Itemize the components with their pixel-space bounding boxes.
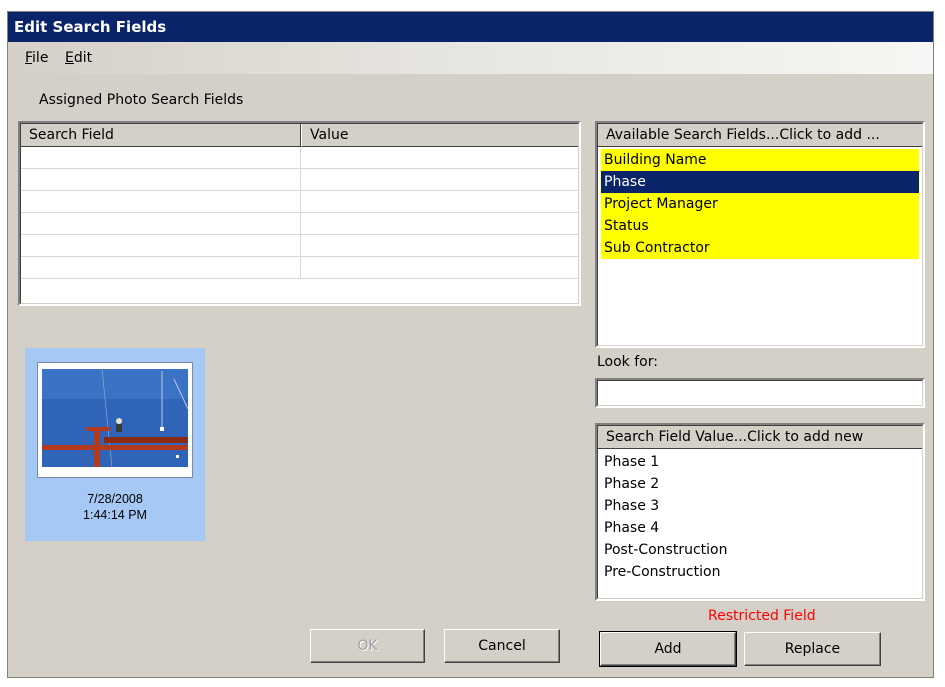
available-field-item[interactable]: Building Name <box>601 149 919 171</box>
cell-value[interactable] <box>301 147 579 169</box>
photo-date: 7/28/2008 <box>87 492 143 506</box>
cell-search-field[interactable] <box>20 257 301 279</box>
photo-frame <box>37 362 193 478</box>
look-for-input[interactable] <box>595 378 925 408</box>
available-field-item[interactable]: Sub Contractor <box>601 237 919 259</box>
column-header-value[interactable]: Value <box>301 123 579 147</box>
table-row[interactable] <box>20 235 579 257</box>
available-fields-header[interactable]: Available Search Fields...Click to add .… <box>597 123 923 147</box>
edit-search-fields-dialog: Edit Search Fields File Edit Assigned Ph… <box>7 11 934 678</box>
cell-search-field[interactable] <box>20 191 301 213</box>
available-field-item[interactable]: Status <box>601 215 919 237</box>
ok-button[interactable]: OK <box>310 629 425 663</box>
cell-search-field[interactable] <box>20 235 301 257</box>
look-for-label: Look for: <box>597 354 658 370</box>
assigned-fields-label: Assigned Photo Search Fields <box>39 92 244 108</box>
field-value-item[interactable]: Pre-Construction <box>601 561 720 583</box>
add-button[interactable]: Add <box>599 631 737 667</box>
title-bar: Edit Search Fields <box>8 12 933 42</box>
field-values-items: Phase 1 Phase 2 Phase 3 Phase 4 Post-Constru… <box>597 451 923 599</box>
table-row[interactable] <box>20 213 579 235</box>
table-row[interactable] <box>20 191 579 213</box>
construction-photo-image <box>42 369 188 467</box>
cell-search-field[interactable] <box>20 147 301 169</box>
available-field-item[interactable]: Project Manager <box>601 193 919 215</box>
photo-thumbnail[interactable]: 7/28/2008 1:44:14 PM <box>25 348 205 541</box>
field-value-item[interactable]: Post-Construction <box>601 539 727 561</box>
cell-value[interactable] <box>301 257 579 279</box>
field-value-item[interactable]: Phase 3 <box>601 495 659 517</box>
menu-file-label: File <box>25 50 49 66</box>
cell-value[interactable] <box>301 191 579 213</box>
field-value-item[interactable]: Phase 1 <box>601 451 659 473</box>
cancel-button[interactable]: Cancel <box>444 629 560 663</box>
cell-value[interactable] <box>301 169 579 191</box>
field-values-list[interactable]: Search Field Value...Click to add new Ph… <box>595 423 925 601</box>
cell-search-field[interactable] <box>20 169 301 191</box>
cell-search-field[interactable] <box>20 213 301 235</box>
table-row[interactable] <box>20 257 579 279</box>
grid-body <box>20 147 579 304</box>
field-value-item[interactable]: Phase 4 <box>601 517 659 539</box>
menu-bar: File Edit <box>8 42 933 74</box>
available-fields-list[interactable]: Available Search Fields...Click to add .… <box>595 121 925 348</box>
field-value-item[interactable]: Phase 2 <box>601 473 659 495</box>
menu-file[interactable]: File <box>25 50 48 66</box>
menu-edit[interactable]: Edit <box>65 50 92 66</box>
cell-value[interactable] <box>301 235 579 257</box>
assigned-fields-grid[interactable]: Search Field Value <box>18 121 581 306</box>
field-values-header[interactable]: Search Field Value...Click to add new <box>597 425 923 449</box>
cell-value[interactable] <box>301 213 579 235</box>
available-field-item[interactable]: Phase <box>600 170 920 194</box>
menu-edit-label: Edit <box>65 50 93 66</box>
window-title: Edit Search Fields <box>14 18 167 36</box>
restricted-field-label: Restricted Field <box>708 608 816 624</box>
table-row[interactable] <box>20 169 579 191</box>
photo-time: 1:44:14 PM <box>83 508 147 522</box>
column-header-search-field[interactable]: Search Field <box>20 123 301 147</box>
available-fields-items: Building Name Phase Project Manager Status S… <box>597 149 923 346</box>
replace-button[interactable]: Replace <box>744 632 881 666</box>
table-row[interactable] <box>20 147 579 169</box>
